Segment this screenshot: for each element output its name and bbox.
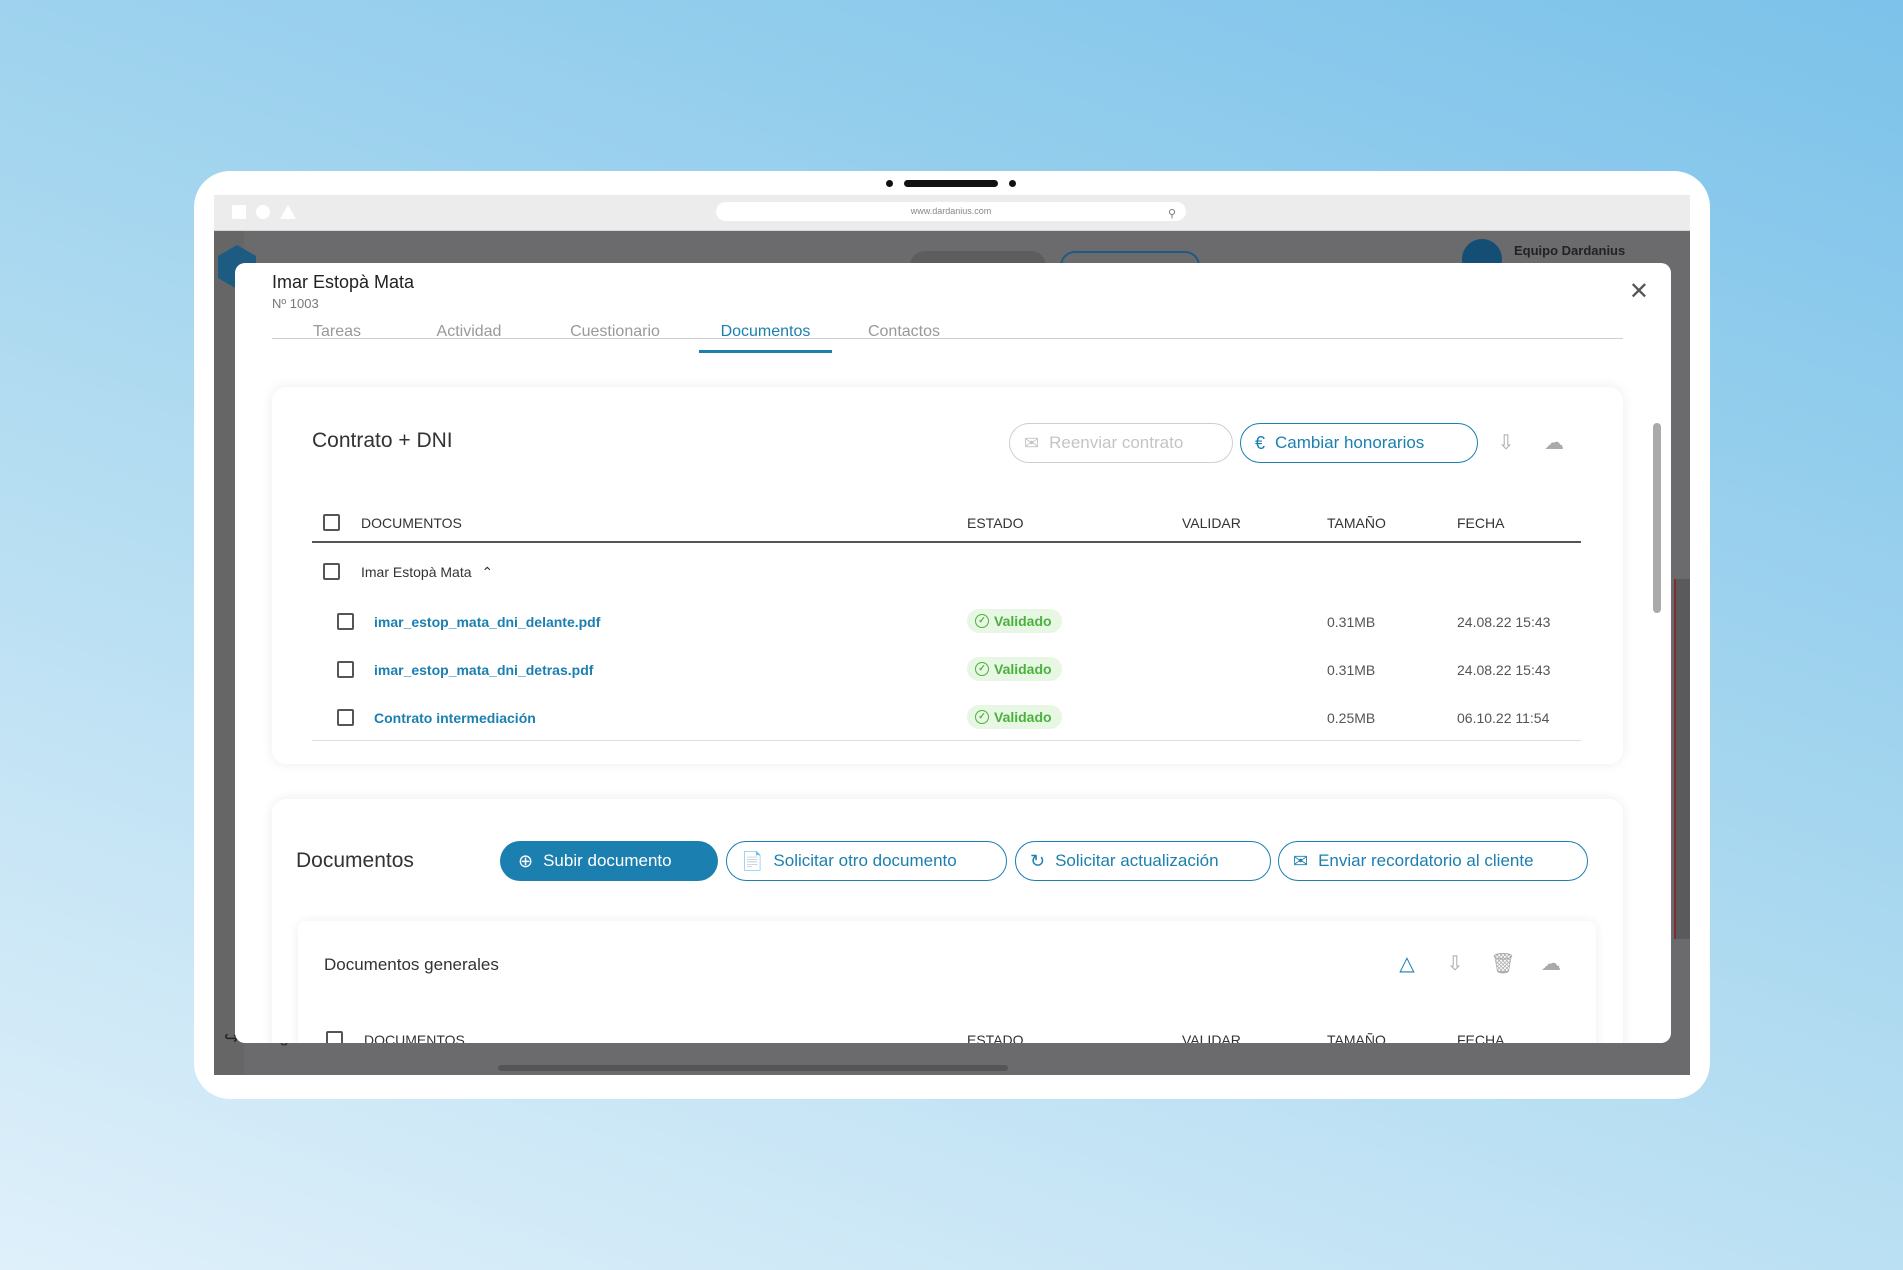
resend-contract-label: Reenviar contrato (1049, 433, 1184, 452)
select-all-checkbox[interactable] (326, 1031, 343, 1043)
change-fees-button[interactable]: € Cambiar honorarios (1240, 423, 1478, 463)
team-name: Equipo Dardanius (1514, 243, 1626, 258)
send-reminder-button[interactable]: ✉ Enviar recordatorio al cliente (1278, 841, 1588, 881)
upload-document-button[interactable]: ⊕ Subir documento (500, 841, 718, 881)
horizontal-scrollbar[interactable] (498, 1065, 1008, 1071)
col-tamano: TAMAÑO (1327, 1032, 1386, 1043)
request-other-document-button[interactable]: 📄 Solicitar otro documento (726, 841, 1007, 881)
contract-card: Contrato + DNI ✉ Reenviar contrato € Cam… (272, 387, 1623, 764)
tab-tareas[interactable]: Tareas (302, 323, 372, 353)
upload-document-label: Subir documento (543, 851, 672, 870)
add-drive-icon[interactable]: △ (1394, 951, 1420, 977)
send-reminder-label: Enviar recordatorio al cliente (1318, 851, 1534, 870)
file-refresh-icon: ↻ (1030, 851, 1046, 871)
row-checkbox[interactable] (337, 661, 354, 678)
window-controls (232, 205, 296, 219)
file-request-icon: 📄 (741, 851, 764, 871)
col-fecha: FECHA (1457, 515, 1505, 531)
download-icon[interactable]: ⇩ (1442, 951, 1468, 977)
tab-contactos[interactable]: Contactos (849, 323, 959, 353)
close-icon[interactable]: ✕ (1629, 277, 1649, 306)
request-other-label: Solicitar otro documento (773, 851, 957, 870)
status-badge: ✓ Validado (967, 657, 1062, 681)
square-control-icon[interactable] (232, 205, 246, 219)
file-link[interactable]: Contrato intermediación (374, 710, 536, 726)
col-fecha: FECHA (1457, 1032, 1505, 1043)
search-icon[interactable]: ⚲ (1168, 205, 1176, 224)
status-text: Validado (994, 709, 1052, 725)
col-estado: ESTADO (967, 1032, 1024, 1043)
trash-icon[interactable]: 🗑 (1490, 951, 1516, 977)
change-fees-label: Cambiar honorarios (1275, 433, 1425, 452)
check-circle-icon: ✓ (975, 662, 989, 676)
date-cell: 24.08.22 15:43 (1457, 662, 1551, 678)
request-update-label: Solicitar actualización (1055, 851, 1219, 870)
general-documents-panel: Documentos generales △ ⇩ 🗑 ☁ DOCUMENTOS … (298, 921, 1596, 1043)
col-documentos: DOCUMENTOS (361, 515, 462, 531)
circle-control-icon[interactable] (256, 205, 270, 219)
size-cell: 0.31MB (1327, 614, 1376, 630)
right-panel-edge (1674, 579, 1690, 939)
url-bar[interactable]: www.dardanius.com ⚲ (716, 202, 1186, 221)
col-tamano: TAMAÑO (1327, 515, 1386, 531)
upload-cloud-icon[interactable]: ☁ (1541, 430, 1567, 456)
screen: www.dardanius.com ⚲ Equipo Dardanius ↪ L… (214, 195, 1690, 1075)
tab-documentos[interactable]: Documentos (699, 323, 832, 353)
url-text: www.dardanius.com (910, 206, 992, 216)
resend-contract-button[interactable]: ✉ Reenviar contrato (1009, 423, 1233, 463)
date-cell: 06.10.22 11:54 (1457, 710, 1550, 726)
status-text: Validado (994, 613, 1052, 629)
group-label[interactable]: Imar Estopà Mata ⌃ (361, 564, 493, 581)
documents-card: Documentos ⊕ Subir documento 📄 Solicitar… (272, 799, 1623, 1043)
status-badge: ✓ Validado (967, 609, 1062, 633)
contract-section-title: Contrato + DNI (312, 429, 453, 452)
date-cell: 24.08.22 15:43 (1457, 614, 1551, 630)
row-checkbox[interactable] (337, 709, 354, 726)
device-frame: www.dardanius.com ⚲ Equipo Dardanius ↪ L… (194, 171, 1710, 1099)
device-notch (886, 180, 1016, 187)
status-text: Validado (994, 661, 1052, 677)
header-divider (312, 541, 1581, 543)
envelope-icon: ✉ (1024, 433, 1040, 453)
file-link[interactable]: imar_estop_mata_dni_delante.pdf (374, 614, 600, 630)
table-bottom-divider (312, 740, 1581, 741)
triangle-control-icon[interactable] (280, 205, 296, 219)
plus-circle-icon: ⊕ (518, 851, 534, 871)
check-circle-icon: ✓ (975, 614, 989, 628)
file-link[interactable]: imar_estop_mata_dni_detras.pdf (374, 662, 593, 678)
client-modal: Imar Estopà Mata Nº 1003 ✕ Tareas Activi… (235, 263, 1671, 1043)
group-checkbox[interactable] (323, 563, 340, 580)
browser-bar: www.dardanius.com ⚲ (214, 195, 1690, 231)
tab-cuestionario[interactable]: Cuestionario (555, 323, 675, 353)
tab-bar: Tareas Actividad Cuestionario Documentos… (272, 307, 1623, 353)
col-validar: VALIDAR (1182, 515, 1241, 531)
check-circle-icon: ✓ (975, 710, 989, 724)
size-cell: 0.31MB (1327, 662, 1376, 678)
modal-title: Imar Estopà Mata (272, 272, 415, 292)
envelope-icon: ✉ (1293, 851, 1309, 871)
chevron-up-icon[interactable]: ⌃ (481, 564, 493, 580)
request-update-button[interactable]: ↻ Solicitar actualización (1015, 841, 1271, 881)
documents-section-title: Documentos (296, 849, 414, 872)
upload-cloud-icon[interactable]: ☁ (1538, 951, 1564, 977)
select-all-checkbox[interactable] (323, 514, 340, 531)
vertical-scrollbar[interactable] (1653, 423, 1661, 613)
tab-actividad[interactable]: Actividad (424, 323, 514, 353)
col-estado: ESTADO (967, 515, 1024, 531)
col-validar: VALIDAR (1182, 1032, 1241, 1043)
size-cell: 0.25MB (1327, 710, 1376, 726)
col-documentos: DOCUMENTOS (364, 1032, 465, 1043)
group-name: Imar Estopà Mata (361, 564, 472, 580)
download-icon[interactable]: ⇩ (1493, 430, 1519, 456)
general-documents-title: Documentos generales (324, 955, 499, 974)
euro-icon: € (1255, 433, 1266, 453)
status-badge: ✓ Validado (967, 705, 1062, 729)
row-checkbox[interactable] (337, 613, 354, 630)
